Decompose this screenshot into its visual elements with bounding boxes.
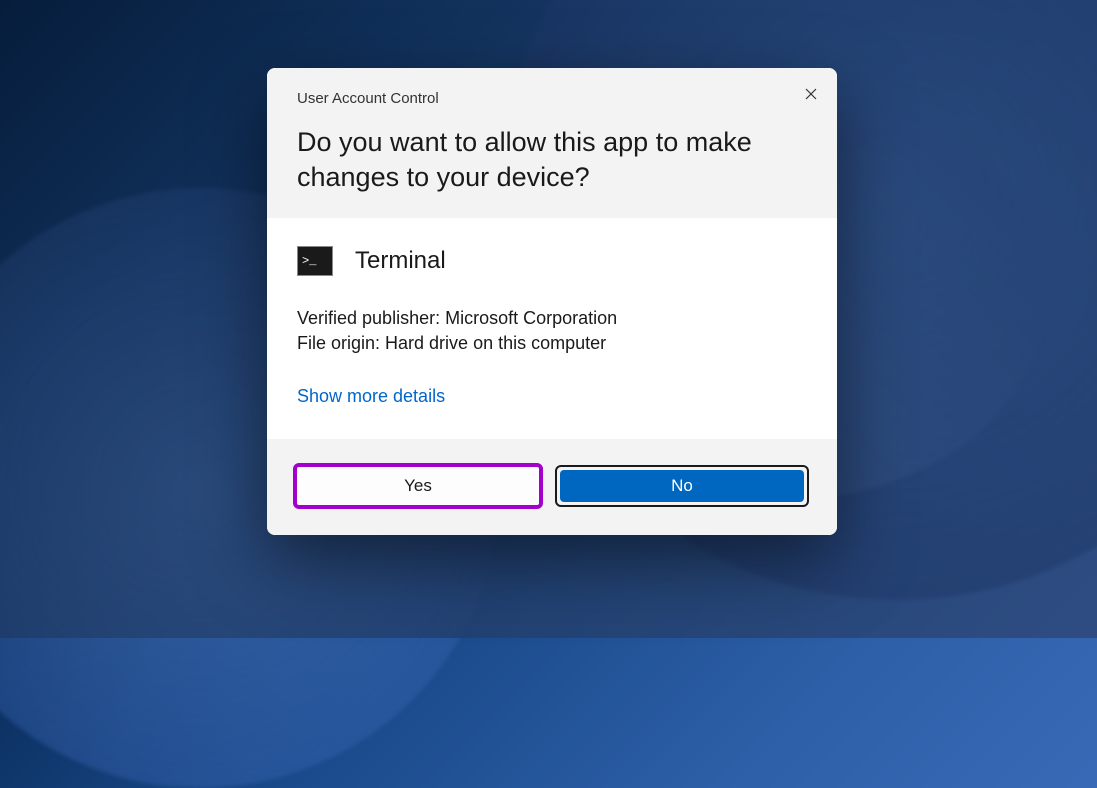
- app-name: Terminal: [355, 247, 446, 275]
- dialog-body: >_ Terminal Verified publisher: Microsof…: [267, 218, 837, 439]
- close-icon: [805, 88, 817, 100]
- show-more-details-link[interactable]: Show more details: [297, 386, 445, 407]
- close-button[interactable]: [799, 82, 823, 106]
- dialog-header: User Account Control Do you want to allo…: [267, 68, 837, 218]
- publisher-line: Verified publisher: Microsoft Corporatio…: [297, 306, 807, 331]
- dialog-title: User Account Control: [297, 90, 807, 107]
- dialog-question: Do you want to allow this app to make ch…: [297, 125, 807, 194]
- yes-button[interactable]: Yes: [295, 465, 541, 507]
- terminal-icon: >_: [297, 246, 333, 276]
- origin-line: File origin: Hard drive on this computer: [297, 331, 807, 356]
- uac-dialog: User Account Control Do you want to allo…: [267, 68, 837, 535]
- app-info-row: >_ Terminal: [297, 246, 807, 276]
- no-button[interactable]: No: [560, 470, 804, 502]
- no-button-focus-ring: No: [555, 465, 809, 507]
- dialog-footer: Yes No: [267, 439, 837, 535]
